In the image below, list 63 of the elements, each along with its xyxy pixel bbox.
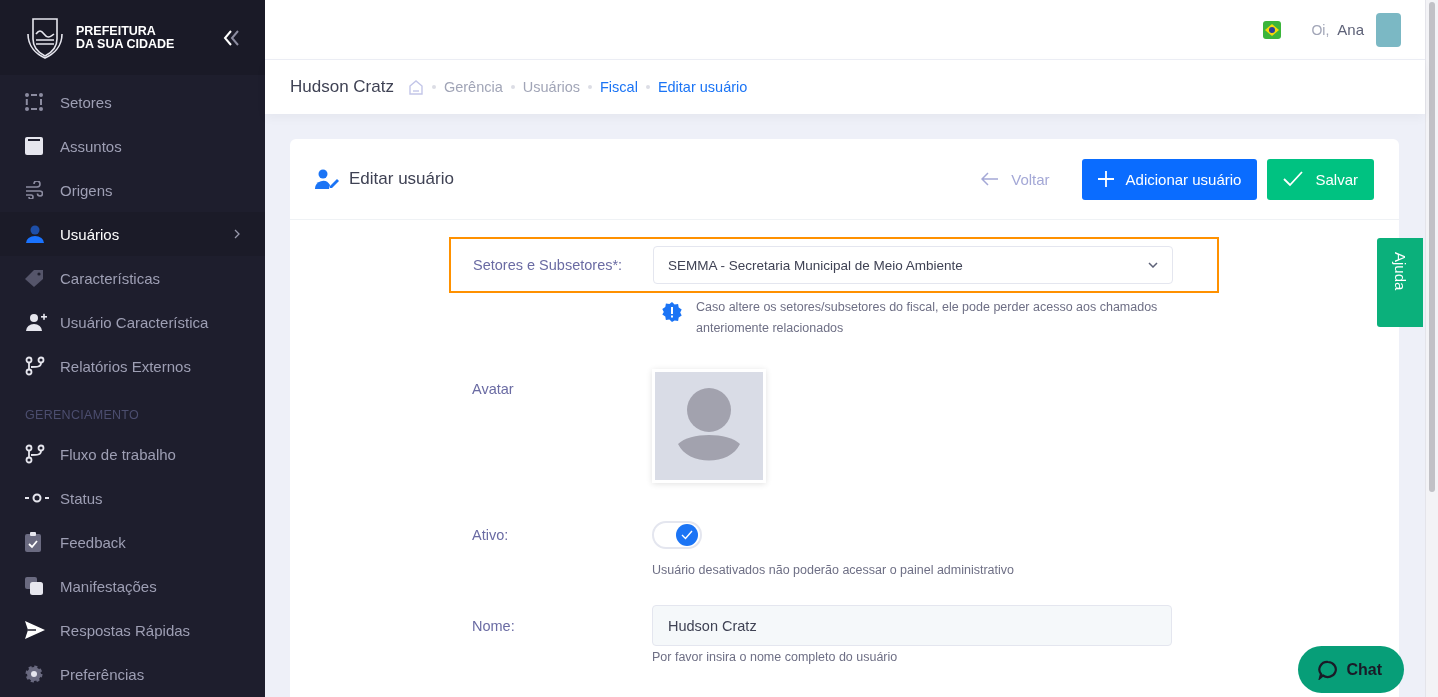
collapse-icon[interactable] (223, 29, 241, 46)
chevron-down-icon (1148, 262, 1158, 268)
sidebar-item[interactable]: Setores (0, 80, 265, 124)
plus-icon (1097, 171, 1114, 187)
user-icon (25, 225, 45, 243)
breadcrumb-link[interactable]: Fiscal (600, 79, 638, 95)
sidebar-item[interactable]: Fluxo de trabalho (0, 432, 265, 476)
check-icon (1283, 171, 1304, 187)
crest-logo-icon (24, 15, 66, 60)
send-icon (25, 621, 45, 639)
node-icon (25, 492, 49, 504)
sidebar-item[interactable]: Usuário Característica (0, 300, 265, 344)
section-heading: GERENCIAMENTO (24, 407, 141, 424)
sidebar-item[interactable]: Características (0, 256, 265, 300)
wind-icon (25, 181, 43, 199)
logo-text: DA SUA CIDADE (76, 37, 175, 51)
check-icon (681, 530, 693, 540)
name-input-field[interactable]: Hudson Cratz (652, 605, 1172, 646)
branch-icon (25, 356, 45, 376)
page-title: Hudson Cratz (290, 77, 394, 97)
add-user-button[interactable]: Adicionar usuário (1081, 158, 1258, 200)
alert-badge-icon (662, 302, 682, 322)
brazil-flag-icon[interactable] (1263, 20, 1282, 39)
dots-square-icon (25, 93, 43, 111)
book-icon (25, 137, 43, 155)
chevron-right-icon (234, 229, 240, 239)
home-icon[interactable] (407, 79, 424, 95)
logo-text: PREFEITURA (76, 24, 157, 38)
hint-text: Por favor insira o nome completo do usuário (652, 650, 899, 664)
user-name: Ana (1337, 21, 1364, 38)
sidebar-item[interactable]: Respostas Rápidas (0, 608, 265, 652)
sidebar-item[interactable]: Feedback (0, 520, 265, 564)
chat-bubble-icon (1318, 659, 1339, 680)
tag-icon (25, 269, 45, 287)
field-label: Avatar (472, 381, 515, 397)
avatar-placeholder[interactable] (652, 369, 766, 483)
sidebar-item[interactable]: Status (0, 476, 265, 520)
scrollbar-thumb[interactable] (1429, 2, 1435, 492)
user-edit-icon (315, 169, 339, 189)
select-field[interactable]: SEMMA - Secretaria Municipal de Meio Ambiente (653, 246, 1173, 284)
toggle-switch[interactable] (652, 521, 702, 549)
sidebar-item[interactable]: Assuntos (0, 124, 265, 168)
sidebar-item[interactable]: Relatórios Externos (0, 344, 265, 388)
greeting-text: Oi, (1311, 21, 1330, 38)
field-label: Ativo: (472, 527, 510, 543)
sidebar-item[interactable]: Usuários (0, 212, 265, 256)
arrow-left-icon (981, 172, 1000, 186)
user-plus-icon (25, 313, 47, 331)
clipboard-check-icon (25, 532, 41, 552)
notice-text: Caso altere os setores/subsetores do fiscal, ele pode perder acesso aos chamados anteriomente relacionados (696, 299, 1159, 337)
sidebar-item[interactable]: Preferências (0, 652, 265, 696)
settings-icon (25, 665, 43, 683)
chat-button[interactable]: Chat (1298, 646, 1404, 693)
sidebar-item[interactable]: Manifestações (0, 564, 265, 608)
branch-icon (25, 444, 45, 464)
field-label: Setores e Subsetores*: (473, 257, 624, 273)
card-title: Editar usuário (349, 169, 454, 189)
copy-icon (25, 577, 43, 595)
breadcrumb-link[interactable]: Editar usuário (657, 79, 748, 95)
avatar-photo-placeholder[interactable] (1376, 12, 1401, 47)
sidebar-item[interactable]: Origens (0, 168, 265, 212)
hint-text: Usuário desativados não poderão acessar o painel administrativo (652, 563, 1016, 577)
field-label: Nome: (472, 617, 516, 634)
